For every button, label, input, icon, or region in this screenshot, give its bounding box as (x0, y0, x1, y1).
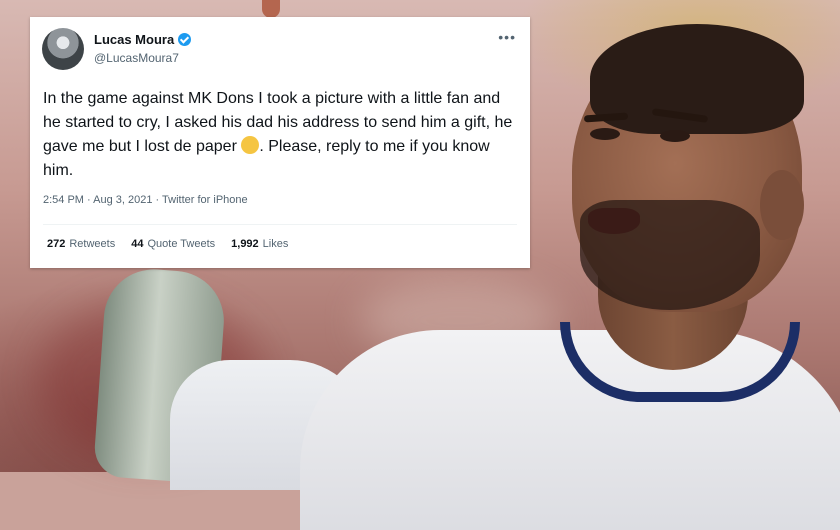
retweets-stat[interactable]: 272 Retweets (47, 238, 115, 250)
author-name-row: Lucas Moura (94, 32, 192, 47)
raised-finger (262, 0, 280, 18)
left-eye (590, 128, 620, 140)
divider (43, 224, 517, 225)
pensive-face-emoji-icon (241, 136, 260, 154)
tweet-card: Lucas Moura @LucasMoura7 ••• In the game… (30, 17, 530, 268)
player-ear (760, 170, 804, 240)
likes-count: 1,992 (231, 238, 259, 250)
player-mouth (588, 208, 640, 234)
likes-label: Likes (262, 238, 289, 250)
display-name[interactable]: Lucas Moura (94, 32, 174, 47)
quote-tweets-stat[interactable]: 44 Quote Tweets (131, 238, 215, 250)
tweet-text: In the game against MK Dons I took a pic… (43, 87, 513, 183)
quote-tweets-label: Quote Tweets (147, 238, 216, 250)
engagement-stats: 272 Retweets 44 Quote Tweets 1,992 Likes (47, 238, 288, 250)
retweets-label: Retweets (69, 238, 116, 250)
tweet-timestamp[interactable]: 2:54 PM · Aug 3, 2021 · Twitter for iPho… (43, 194, 248, 206)
right-eye (660, 130, 690, 142)
retweets-count: 272 (47, 238, 66, 250)
likes-stat[interactable]: 1,992 Likes (231, 238, 288, 250)
user-handle[interactable]: @LucasMoura7 (94, 51, 179, 65)
avatar[interactable] (42, 28, 84, 70)
more-options-icon[interactable]: ••• (498, 29, 516, 45)
verified-badge-icon (178, 33, 192, 46)
quote-tweets-count: 44 (131, 238, 144, 250)
